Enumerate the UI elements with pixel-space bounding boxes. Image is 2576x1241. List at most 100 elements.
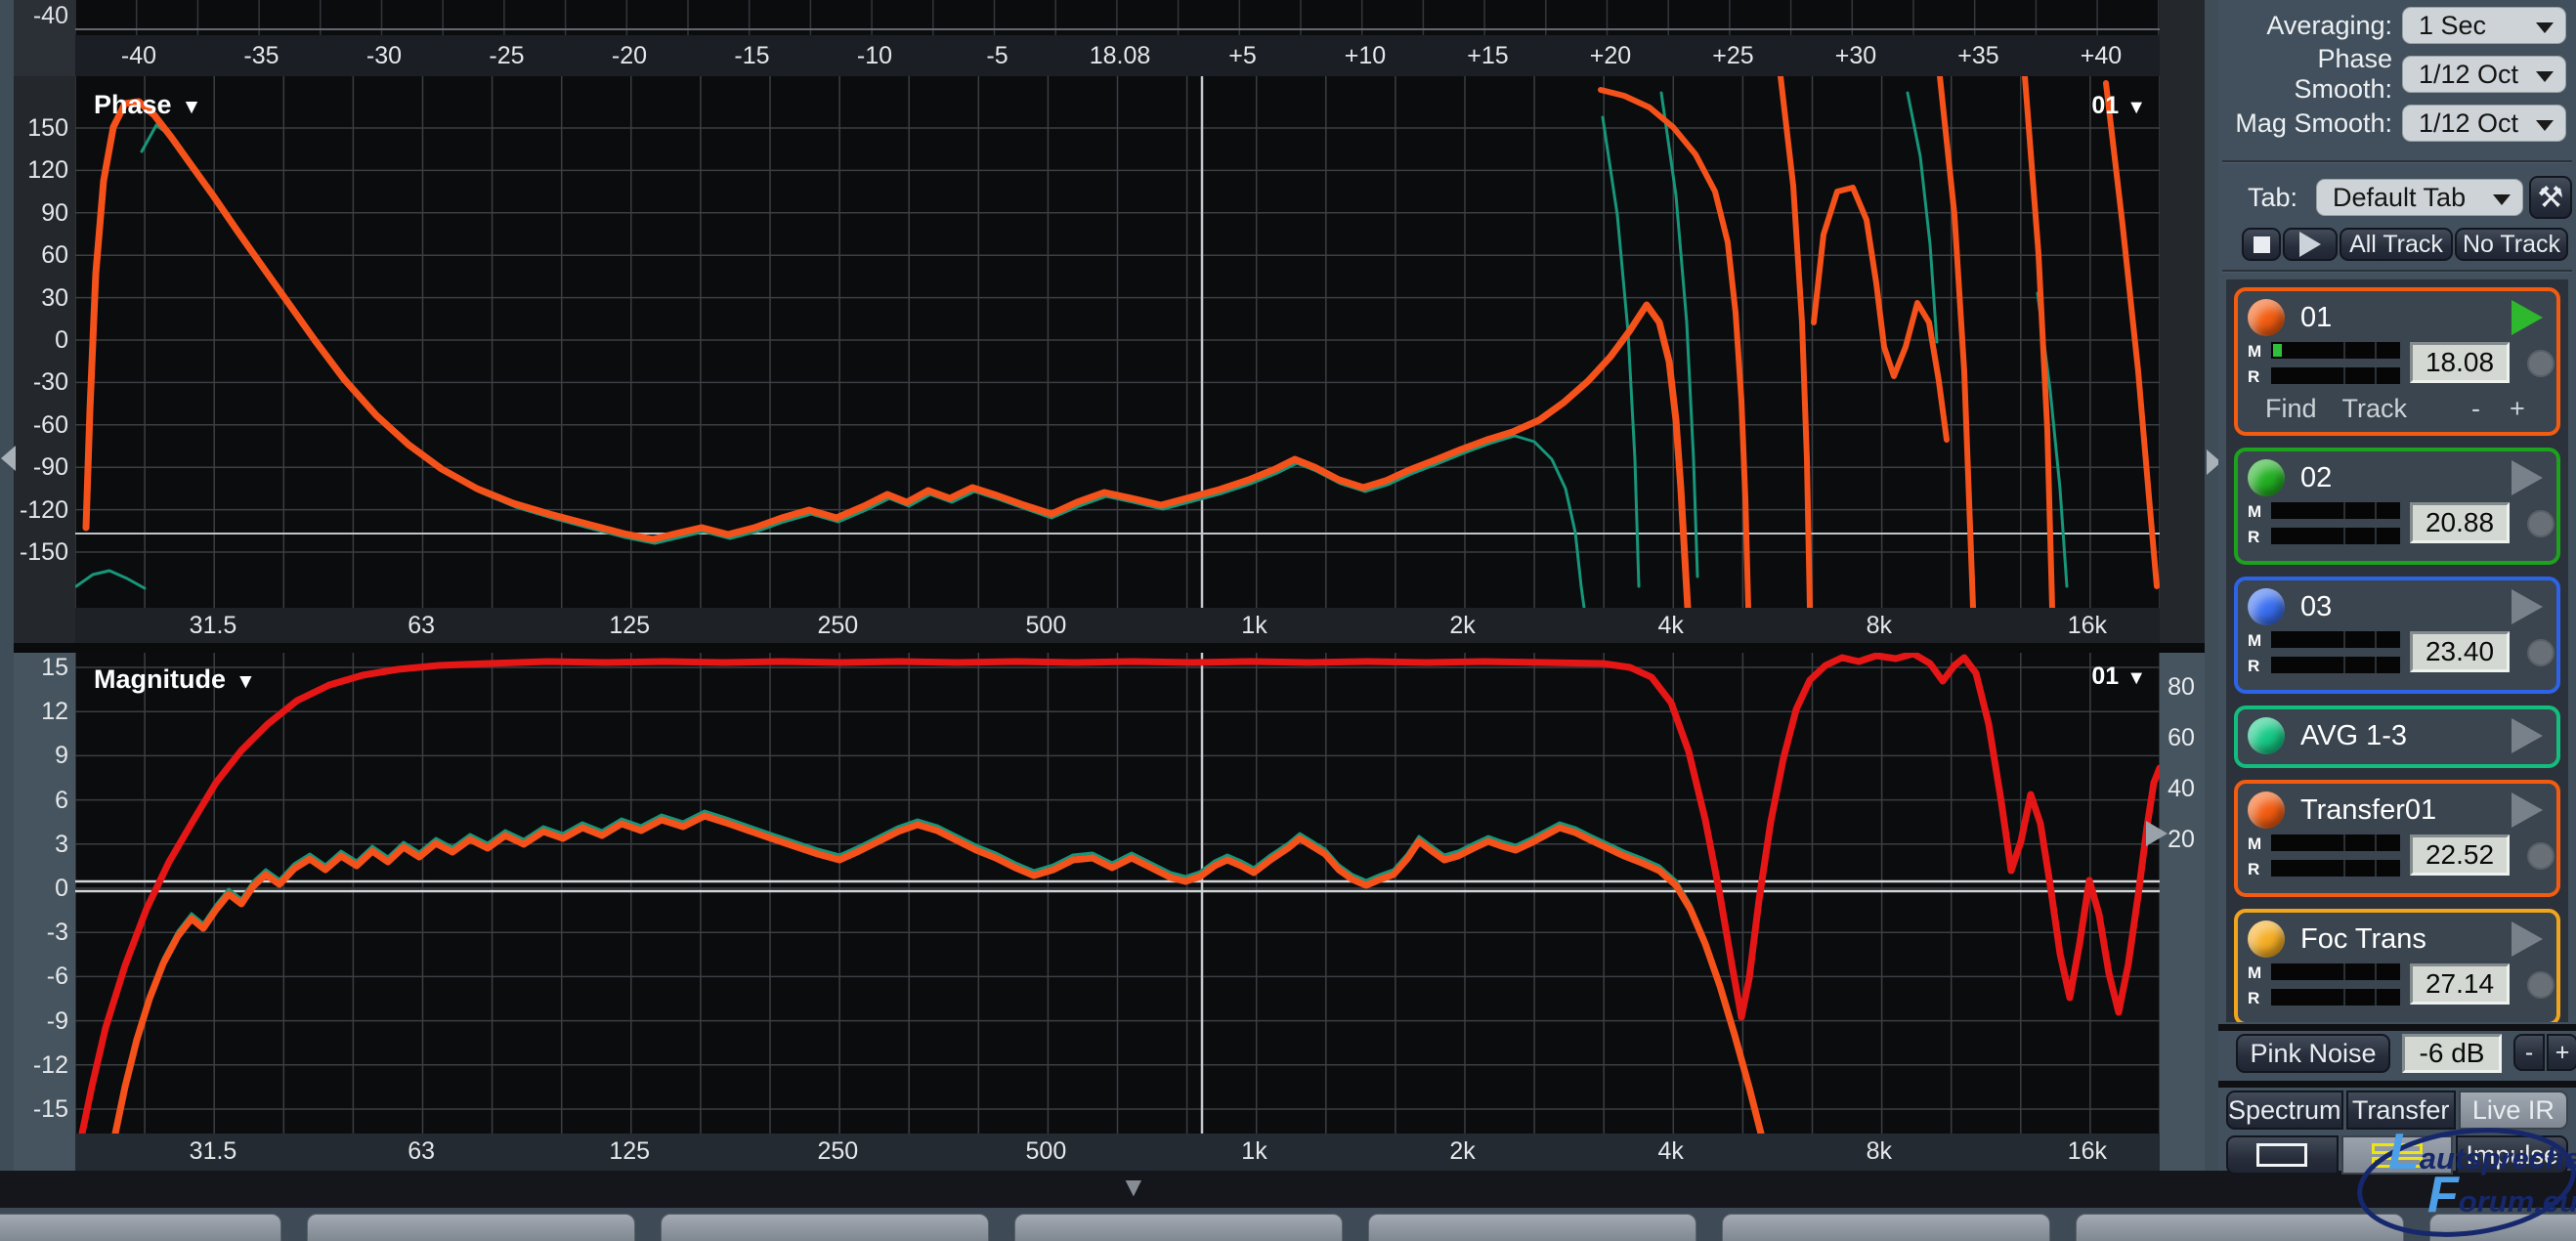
- caret-down-icon: ▼: [2126, 97, 2146, 118]
- track-led: [2248, 792, 2285, 829]
- axis-tick-label: 16k: [2068, 608, 2107, 644]
- track-row-transfer01[interactable]: Transfer01 M R 22.52: [2234, 780, 2560, 897]
- track-row-foc-trans[interactable]: Foc Trans M R 27.14: [2234, 909, 2560, 1022]
- axis-tick-label: +10: [1345, 35, 1386, 76]
- track-radio[interactable]: [2527, 842, 2555, 870]
- play-button[interactable]: [2283, 228, 2338, 261]
- axis-tick-label: 2k: [1449, 608, 1475, 644]
- collapse-down-icon[interactable]: ▼: [1120, 1172, 1147, 1203]
- stop-button[interactable]: [2242, 228, 2281, 261]
- track-play-button[interactable]: [2512, 460, 2543, 495]
- taskbar-button[interactable]: [661, 1214, 989, 1241]
- track-play-button[interactable]: [2512, 589, 2543, 624]
- track-led: [2248, 920, 2285, 958]
- magnitude-plot[interactable]: [75, 653, 2160, 1134]
- mag-smooth-select[interactable]: 1/12 Oct: [2402, 105, 2566, 142]
- track-name: 02: [2300, 462, 2332, 494]
- track-name: Transfer01: [2300, 794, 2436, 827]
- meter-r-label: R: [2248, 657, 2259, 676]
- tab-tools-button[interactable]: ⚒: [2529, 176, 2572, 219]
- track-radio[interactable]: [2527, 510, 2555, 537]
- taskbar-button[interactable]: [1722, 1214, 2050, 1241]
- delay-minus-button[interactable]: -: [2471, 394, 2480, 424]
- no-track-button[interactable]: No Track: [2455, 228, 2568, 261]
- track-delay-value[interactable]: 22.52: [2410, 834, 2510, 876]
- track-play-button[interactable]: [2512, 718, 2543, 753]
- single-trace-button[interactable]: [2226, 1135, 2339, 1175]
- track-row-01[interactable]: 01 M R 18.08 Find Track - +: [2234, 287, 2560, 436]
- axis-tick-label: -10: [857, 35, 892, 76]
- find-button[interactable]: Find: [2265, 394, 2317, 424]
- pink-noise-button[interactable]: Pink Noise: [2236, 1034, 2390, 1073]
- track-name: 03: [2300, 591, 2332, 623]
- all-track-button[interactable]: All Track: [2340, 228, 2453, 261]
- track-radio[interactable]: [2527, 350, 2555, 377]
- window-right-strip: [2205, 0, 2218, 1171]
- caret-down-icon: ▼: [182, 96, 202, 118]
- axis-tick-label: 12: [18, 698, 68, 725]
- track-play-button[interactable]: [2512, 921, 2543, 957]
- track-delay-value[interactable]: 23.40: [2410, 631, 2510, 672]
- single-trace-icon: [2256, 1143, 2307, 1167]
- track-radio[interactable]: [2527, 971, 2555, 999]
- taskbar-button[interactable]: [0, 1214, 281, 1241]
- axis-tick-label: 8k: [1867, 1134, 1892, 1170]
- track-radio[interactable]: [2527, 639, 2555, 666]
- spl-scale: 80604020: [2160, 653, 2205, 1171]
- track-footer: Find Track - +: [2238, 394, 2556, 424]
- meter-m-label: M: [2248, 342, 2261, 362]
- meter-r-bar: [2271, 528, 2400, 544]
- taskbar-button[interactable]: [1014, 1214, 1343, 1241]
- track-play-button[interactable]: [2512, 792, 2543, 828]
- level-plus-button[interactable]: +: [2547, 1034, 2576, 1071]
- axis-tick-label: 500: [1026, 1134, 1067, 1170]
- phase-corner-track-label[interactable]: 01▼: [2009, 92, 2146, 120]
- meter-r-bar: [2271, 657, 2400, 673]
- phase-plot[interactable]: [75, 76, 2160, 608]
- axis-tick-label: 1k: [1241, 1134, 1267, 1170]
- axis-tick-label: +35: [1957, 35, 1998, 76]
- tab-select[interactable]: Default Tab: [2316, 179, 2523, 216]
- axis-tick-label: 0: [18, 326, 68, 354]
- track-led: [2248, 299, 2285, 336]
- axis-tick-label: 3: [18, 831, 68, 858]
- taskbar-button[interactable]: [1368, 1214, 1696, 1241]
- logo-line2: Forum.eu: [2427, 1184, 2576, 1220]
- phase-title[interactable]: Phase▼: [94, 90, 201, 120]
- track-delay-value[interactable]: 20.88: [2410, 502, 2510, 543]
- left-edge-arrow-icon[interactable]: [1, 446, 16, 471]
- generator-level-value[interactable]: -6 dB: [2402, 1034, 2502, 1073]
- magnitude-corner-track-label[interactable]: 01▼: [2009, 663, 2146, 691]
- caret-down-icon: [2536, 71, 2554, 82]
- phase-right-gutter: [2160, 0, 2205, 643]
- track-row-02[interactable]: 02 M R 20.88: [2234, 448, 2560, 565]
- track-delay-value[interactable]: 27.14: [2410, 963, 2510, 1005]
- track-row-avg-1-3[interactable]: AVG 1-3: [2234, 706, 2560, 768]
- axis-tick-label: 31.5: [190, 1134, 237, 1170]
- control-panel: Averaging: 1 Sec Phase Smooth: 1/12 Oct …: [2218, 0, 2576, 1171]
- level-minus-button[interactable]: -: [2513, 1034, 2545, 1071]
- axis-tick-label: 250: [817, 1134, 858, 1170]
- delay-plus-button[interactable]: +: [2510, 394, 2525, 424]
- magnitude-title[interactable]: Magnitude▼: [94, 664, 256, 695]
- track-led: [2248, 588, 2285, 625]
- track-button[interactable]: Track: [2342, 394, 2408, 424]
- averaging-select[interactable]: 1 Sec: [2402, 7, 2566, 44]
- caret-down-icon: [2536, 22, 2554, 33]
- magnitude-edge-marker-icon[interactable]: [2146, 821, 2168, 846]
- meter-m-label: M: [2248, 834, 2261, 854]
- track-play-button[interactable]: [2512, 300, 2543, 335]
- tools-icon: ⚒: [2538, 181, 2564, 215]
- track-led: [2248, 459, 2285, 496]
- tab-live-ir[interactable]: Live IR: [2459, 1091, 2568, 1130]
- track-row-03[interactable]: 03 M R 23.40: [2234, 577, 2560, 694]
- axis-tick-label: 4k: [1657, 1134, 1683, 1170]
- tab-spectrum[interactable]: Spectrum: [2226, 1091, 2343, 1130]
- track-led: [2248, 717, 2285, 754]
- track-list: 01 M R 18.08 Find Track - +: [2226, 279, 2568, 1022]
- phase-smooth-select[interactable]: 1/12 Oct: [2402, 56, 2566, 93]
- track-delay-value[interactable]: 18.08: [2410, 342, 2510, 383]
- axis-tick-label: 1k: [1241, 608, 1267, 644]
- track-name: Foc Trans: [2300, 923, 2426, 956]
- taskbar-button[interactable]: [307, 1214, 635, 1241]
